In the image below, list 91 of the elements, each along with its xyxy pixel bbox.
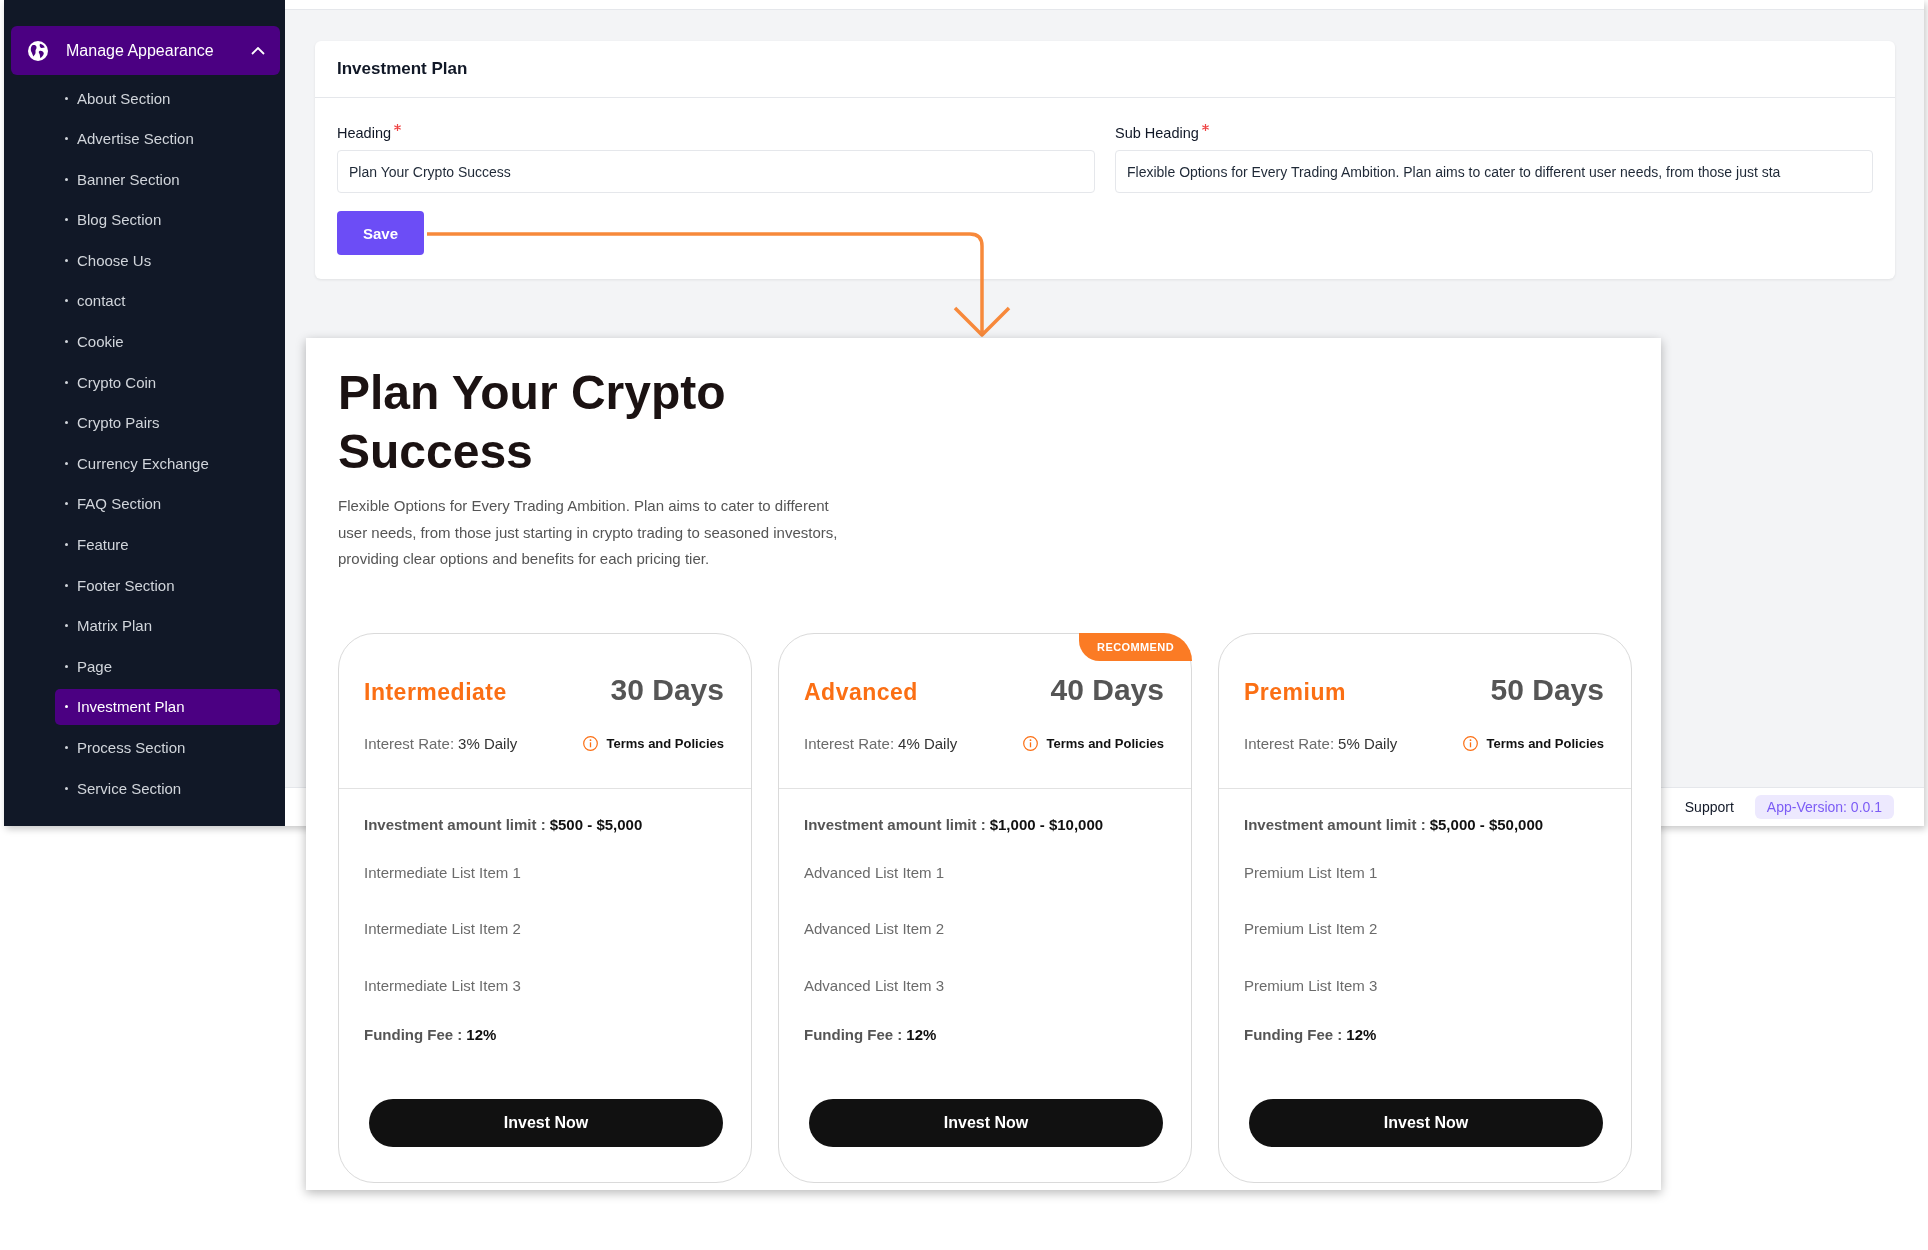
sidebar-item[interactable]: Service Section (55, 770, 280, 807)
feature-item: Advanced List Item 3 (804, 975, 946, 996)
limit-label: Investment amount limit : (804, 814, 986, 835)
bullet-icon (65, 502, 68, 506)
fee-value: 12% (466, 1024, 497, 1045)
plan-duration: 40 Days (1050, 672, 1164, 707)
menu-group[interactable]: Manage Appearance (11, 26, 280, 75)
sidebar-item[interactable]: Crypto Pairs (55, 404, 280, 441)
bullet-icon (65, 461, 68, 465)
limit-label: Investment amount limit : (1244, 814, 1426, 835)
fee-label: Funding Fee : (1244, 1024, 1343, 1045)
bullet-icon (65, 177, 68, 181)
plan-name: Intermediate (364, 678, 507, 706)
interest-rate-label: Interest Rate: (804, 734, 895, 752)
sidebar-item[interactable]: FAQ Section (55, 485, 280, 522)
sidebar-item[interactable]: Blog Section (55, 201, 280, 238)
bullet-icon (65, 258, 68, 262)
bullet-icon (65, 786, 68, 790)
bullet-icon (65, 543, 68, 547)
limit-value: $500 - $5,000 (549, 814, 643, 835)
interest-rate-label: Interest Rate: (364, 734, 455, 752)
sidebar-item[interactable]: Advertise Section (55, 120, 280, 157)
terms-link[interactable]: Terms and Policies (1023, 735, 1164, 751)
sidebar-item[interactable]: Banner Section (55, 161, 280, 198)
fee-label: Funding Fee : (804, 1024, 903, 1045)
bullet-icon (65, 299, 68, 303)
interest-rate-value: 3% Daily (458, 734, 518, 752)
invest-button[interactable]: Invest Now (809, 1098, 1163, 1147)
bullet-icon (65, 624, 68, 628)
info-icon (583, 735, 599, 751)
sidebar-item[interactable]: Investment Plan (55, 688, 280, 725)
bullet-icon (65, 340, 68, 344)
limit-label: Investment amount limit : (364, 814, 546, 835)
sidebar-item[interactable]: Cookie (55, 323, 280, 360)
fee-value: 12% (1346, 1024, 1377, 1045)
text-input[interactable]: Flexible Options for Every Trading Ambition. Plan aims to cater to different user needs, from those just sta (1115, 150, 1873, 193)
sidebar-item[interactable]: Currency Exchange (55, 445, 280, 482)
preview-description: Flexible Options for Every Trading Ambition. Plan aims to cater to different user needs, from those just starting in crypto trading to seasoned investors, providing clear options and benefits for each pricing tier. (338, 496, 839, 569)
terms-link[interactable]: Terms and Policies (1463, 735, 1604, 751)
preview-heading: Plan Your Crypto Success (338, 365, 727, 480)
bullet-icon (65, 664, 68, 668)
sidebar-item[interactable]: About Section (55, 80, 280, 116)
feature-item: Premium List Item 2 (1244, 919, 1379, 939)
feature-item: Advanced List Item 1 (804, 862, 946, 883)
feature-item: Intermediate List Item 3 (364, 975, 522, 996)
fee-label: Funding Fee : (364, 1024, 463, 1045)
globe-icon (28, 40, 48, 61)
support-link[interactable]: Support (1684, 799, 1734, 815)
sidebar-item[interactable]: Page (55, 648, 280, 685)
feature-item: Premium List Item 3 (1244, 975, 1379, 996)
invest-button[interactable]: Invest Now (369, 1098, 723, 1147)
limit-value: $1,000 - $10,000 (989, 814, 1104, 835)
bullet-icon (65, 583, 68, 587)
invest-button[interactable]: Invest Now (1249, 1098, 1603, 1147)
feature-item: Premium List Item 1 (1244, 862, 1379, 883)
terms-link[interactable]: Terms and Policies (583, 735, 724, 751)
plan-name: Premium (1244, 678, 1346, 706)
plan-duration: 30 Days (610, 672, 724, 707)
field-label: Sub Heading (1115, 124, 1199, 143)
sidebar-item[interactable]: contact (55, 282, 280, 319)
version-badge: App-Version: 0.0.1 (1754, 795, 1894, 819)
interest-rate-value: 5% Daily (1338, 734, 1398, 752)
feature-item: Intermediate List Item 1 (364, 862, 522, 883)
bullet-icon (65, 137, 68, 141)
info-icon (1023, 735, 1039, 751)
recommend-badge: RECOMMEND (1079, 632, 1192, 661)
plan-duration: 50 Days (1490, 672, 1604, 707)
bullet-icon (65, 705, 68, 709)
sidebar-item[interactable]: Matrix Plan (55, 607, 280, 644)
limit-value: $5,000 - $50,000 (1429, 814, 1544, 835)
feature-item: Intermediate List Item 2 (364, 919, 522, 939)
save-button[interactable]: Save (337, 211, 424, 255)
plan-name: Advanced (804, 678, 918, 706)
sidebar-item[interactable]: Process Section (55, 729, 280, 766)
info-icon (1463, 735, 1479, 751)
interest-rate-value: 4% Daily (898, 734, 958, 752)
interest-rate-label: Interest Rate: (1244, 734, 1335, 752)
card-title: Investment Plan (337, 59, 468, 79)
bullet-icon (65, 96, 68, 100)
text-input[interactable]: Plan Your Crypto Success (337, 150, 1095, 193)
sidebar-item[interactable]: Crypto Coin (55, 364, 280, 401)
bullet-icon (65, 746, 68, 749)
bullet-icon (65, 380, 68, 384)
sidebar-item[interactable]: Choose Us (55, 242, 280, 279)
sidebar-item[interactable]: Footer Section (55, 567, 280, 604)
feature-item: Advanced List Item 2 (804, 919, 946, 939)
sidebar-item[interactable]: Feature (55, 526, 280, 563)
bullet-icon (65, 421, 68, 425)
bullet-icon (65, 218, 68, 222)
fee-value: 12% (906, 1024, 937, 1045)
field-label: Heading (337, 124, 391, 143)
